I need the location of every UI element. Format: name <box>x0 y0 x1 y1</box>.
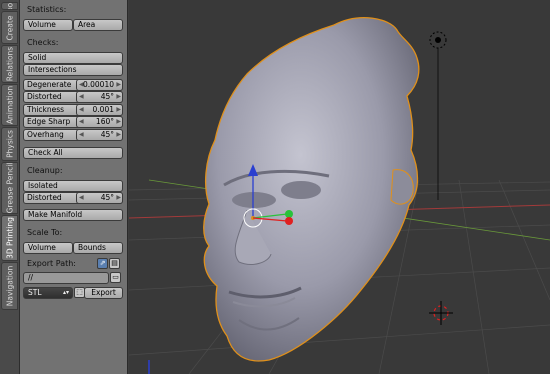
decrement-icon[interactable]: ◀ <box>79 130 84 140</box>
increment-icon[interactable]: ▶ <box>116 117 121 127</box>
decrement-icon[interactable]: ◀ <box>79 105 84 115</box>
export-format-select[interactable]: STL ▴▾ <box>23 287 73 299</box>
decrement-icon[interactable]: ◀ <box>79 92 84 102</box>
degenerate-field[interactable]: ◀ 0.00010 ▶ <box>76 79 123 91</box>
head-mesh[interactable] <box>203 17 420 362</box>
decrement-icon[interactable]: ◀ <box>79 193 84 203</box>
statistics-label: Statistics: <box>27 5 67 14</box>
degenerate-label: Degenerate <box>27 80 72 89</box>
overhang-field[interactable]: ◀ 45° ▶ <box>76 129 123 141</box>
edge-sharp-label: Edge Sharp <box>27 117 71 126</box>
cleanup-distorted-field[interactable]: ◀ 45° ▶ <box>76 192 123 204</box>
cleanup-distorted-label: Distorted <box>27 193 62 202</box>
make-manifold-button[interactable]: Make Manifold <box>23 209 123 221</box>
distorted-label: Distorted <box>27 92 62 101</box>
increment-icon[interactable]: ▶ <box>116 105 121 115</box>
lamp-icon[interactable] <box>429 31 447 200</box>
scale-to-label: Scale To: <box>27 228 63 237</box>
export-button[interactable]: Export <box>84 287 123 299</box>
decrement-icon[interactable]: ◀ <box>79 117 84 127</box>
3d-viewport[interactable] <box>129 0 550 374</box>
thickness-field[interactable]: ◀ 0.001 ▶ <box>76 104 123 116</box>
folder-icon[interactable]: ▭ <box>110 272 121 283</box>
export-path-input[interactable]: // <box>23 272 109 284</box>
tab-animation[interactable]: Animation <box>1 84 18 126</box>
area-stat-button[interactable]: Area <box>73 19 123 31</box>
tab-3d-printing[interactable]: 3D Printing <box>1 215 18 261</box>
tab-relations[interactable]: Relations <box>1 45 18 83</box>
cleanup-label: Cleanup: <box>27 166 63 175</box>
solid-check-button[interactable]: Solid <box>23 52 123 64</box>
scale-bounds-button[interactable]: Bounds <box>73 242 123 254</box>
tab-tools[interactable]: Tools <box>1 2 18 10</box>
increment-icon[interactable]: ▶ <box>116 80 121 90</box>
tool-tabs: Tools Create Relations Animation Physics… <box>0 0 20 374</box>
tab-create[interactable]: Create <box>1 11 18 44</box>
edge-sharp-field[interactable]: ◀ 160° ▶ <box>76 116 123 128</box>
tab-physics[interactable]: Physics <box>1 127 18 161</box>
distorted-field[interactable]: ◀ 45° ▶ <box>76 91 123 103</box>
3d-cursor-icon[interactable] <box>429 301 453 325</box>
chevron-updown-icon: ▴▾ <box>62 289 69 296</box>
increment-icon[interactable]: ▶ <box>116 130 121 140</box>
file-icon[interactable]: ▤ <box>109 258 120 269</box>
increment-icon[interactable]: ▶ <box>116 92 121 102</box>
increment-icon[interactable]: ▶ <box>116 193 121 203</box>
scale-volume-button[interactable]: Volume <box>23 242 73 254</box>
print3d-tool-panel: Statistics: Volume Area Checks: Solid In… <box>20 0 128 374</box>
thickness-label: Thickness <box>27 105 65 114</box>
overhang-label: Overhang <box>27 130 64 139</box>
isolated-button[interactable]: Isolated <box>23 180 123 192</box>
volume-stat-button[interactable]: Volume <box>23 19 73 31</box>
tab-navigation[interactable]: Navigation <box>1 262 18 310</box>
link-icon[interactable]: ⇗ <box>97 258 108 269</box>
tab-grease-pencil[interactable]: Grease Pencil <box>1 162 18 214</box>
export-path-label: Export Path: <box>27 259 76 268</box>
intersections-check-button[interactable]: Intersections <box>23 64 123 76</box>
checks-label: Checks: <box>27 38 59 47</box>
check-all-button[interactable]: Check All <box>23 147 123 159</box>
